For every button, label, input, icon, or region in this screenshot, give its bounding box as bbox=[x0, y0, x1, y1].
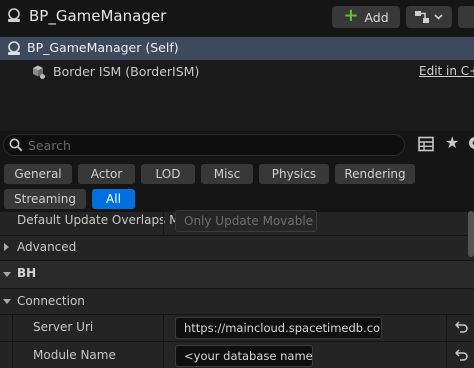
window-title: BP_GameManager bbox=[29, 7, 167, 25]
collapse-arrow-icon[interactable] bbox=[3, 272, 11, 277]
filter-chip-actor[interactable]: Actor bbox=[78, 164, 135, 184]
update-overlaps-value: Only Update Movable bbox=[184, 214, 314, 228]
connection-label: Connection bbox=[17, 294, 85, 308]
filter-chip-all[interactable]: All bbox=[92, 189, 135, 209]
update-overlaps-label: Default Update Overlaps M... bbox=[17, 213, 191, 227]
filter-chip-rendering[interactable]: Rendering bbox=[335, 164, 415, 184]
reset-to-default-icon[interactable] bbox=[455, 349, 469, 361]
instanced-mesh-icon bbox=[33, 65, 45, 79]
column-splitter[interactable] bbox=[163, 341, 164, 368]
server-uri-input[interactable]: https://maincloud.spacetimedb.com bbox=[175, 317, 382, 339]
component-border-ism-label[interactable]: Border ISM (BorderISM) bbox=[53, 64, 199, 79]
blueprint-object-icon bbox=[8, 8, 20, 22]
indent-guide bbox=[12, 341, 13, 368]
panel-divider bbox=[0, 85, 474, 131]
add-component-button[interactable]: + Add bbox=[332, 6, 400, 28]
filter-chip-lod[interactable]: LOD bbox=[141, 164, 195, 184]
reset-to-default-icon[interactable] bbox=[455, 321, 469, 333]
bh-category-label: BH bbox=[17, 266, 37, 280]
gear-icon[interactable] bbox=[466, 134, 474, 152]
blueprint-options-button[interactable] bbox=[406, 6, 452, 28]
chevron-down-icon bbox=[434, 14, 443, 20]
filter-chip-physics[interactable]: Physics bbox=[259, 164, 329, 184]
filter-chip-misc[interactable]: Misc bbox=[201, 164, 253, 184]
filter-chip-general[interactable]: General bbox=[4, 164, 72, 184]
details-scrollbar[interactable] bbox=[468, 211, 474, 257]
advanced-label: Advanced bbox=[17, 240, 77, 254]
blueprint-connect-icon bbox=[415, 11, 429, 23]
edit-in-cpp-link[interactable]: Edit in C++ bbox=[419, 64, 474, 78]
expand-arrow-icon[interactable] bbox=[4, 243, 9, 251]
property-matrix-icon[interactable] bbox=[418, 136, 434, 152]
star-icon[interactable]: ★ bbox=[445, 134, 459, 152]
server-uri-label: Server Uri bbox=[33, 320, 94, 334]
plus-icon: + bbox=[343, 5, 359, 26]
category-row-bh[interactable] bbox=[0, 260, 474, 288]
update-overlaps-dropdown[interactable]: Only Update Movable bbox=[175, 210, 317, 232]
module-name-input[interactable]: <your database name> bbox=[175, 345, 313, 367]
filter-chip-streaming[interactable]: Streaming bbox=[4, 189, 86, 209]
module-name-label: Module Name bbox=[33, 348, 116, 362]
column-splitter[interactable] bbox=[163, 211, 164, 235]
search-icon bbox=[9, 138, 23, 152]
add-button-label: Add bbox=[364, 9, 389, 25]
overflow-button[interactable] bbox=[458, 6, 474, 28]
component-self-label: BP_GameManager (Self) bbox=[27, 40, 179, 55]
reset-column-splitter bbox=[446, 341, 447, 368]
collapse-arrow-icon[interactable] bbox=[3, 299, 11, 304]
search-input[interactable] bbox=[28, 135, 398, 155]
blueprint-object-icon bbox=[8, 41, 20, 55]
